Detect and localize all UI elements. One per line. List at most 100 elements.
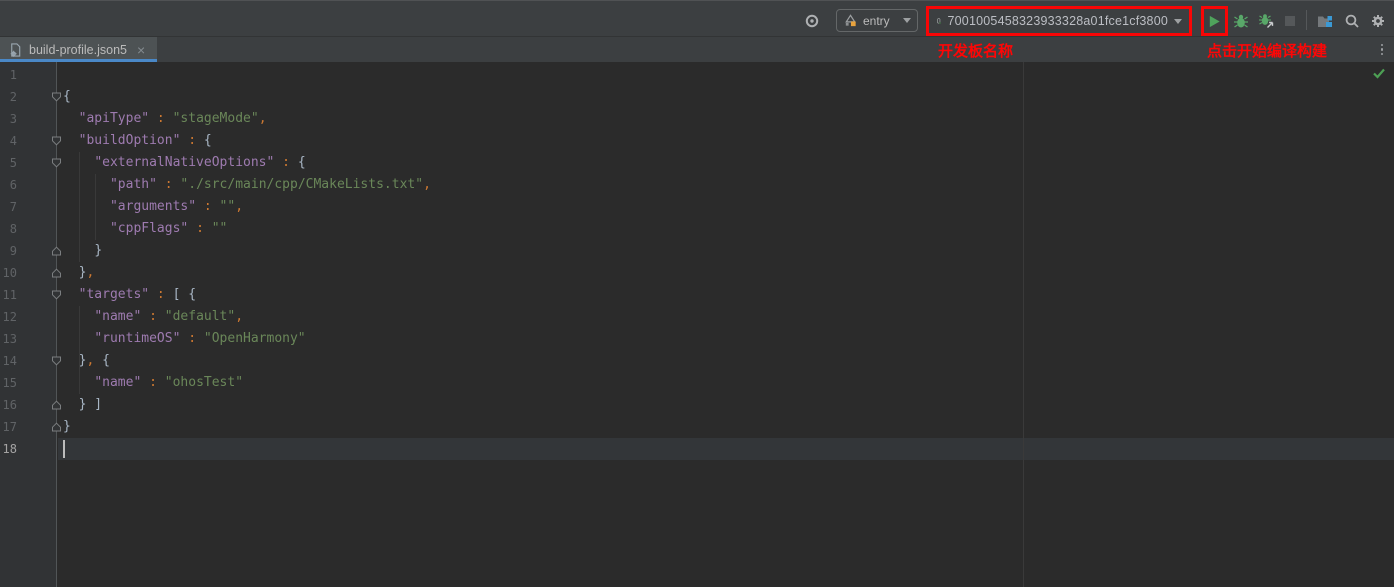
code-text: }, { — [63, 350, 110, 372]
code-line-9[interactable]: 9 } — [0, 240, 1394, 262]
code-line-4[interactable]: 4 "buildOption" : { — [0, 130, 1394, 152]
code-line-2[interactable]: 2{ — [0, 86, 1394, 108]
code-line-13[interactable]: 13 "runtimeOS" : "OpenHarmony" — [0, 328, 1394, 350]
line-number: 13 — [0, 328, 17, 350]
fold-collapse-icon[interactable] — [51, 136, 62, 146]
annotation-start-build: 点击开始编译构建 — [1207, 40, 1327, 61]
editor-tab-bar: build-profile.json5 × 开发板名称 点击开始编译构建 — [0, 37, 1394, 62]
code-line-18[interactable]: 18 — [0, 438, 1394, 460]
fold-collapse-icon[interactable] — [51, 422, 62, 432]
annotation-device-board-name: 开发板名称 — [938, 40, 1013, 61]
fold-collapse-icon[interactable] — [51, 246, 62, 256]
line-number: 7 — [0, 196, 17, 218]
phone-icon — [936, 13, 942, 29]
line-number: 1 — [0, 64, 17, 86]
code-line-3[interactable]: 3 "apiType" : "stageMode", — [0, 108, 1394, 130]
code-text: "path" : "./src/main/cpp/CMakeLists.txt"… — [63, 174, 431, 196]
code-line-5[interactable]: 5 "externalNativeOptions" : { — [0, 152, 1394, 174]
main-toolbar: entry 7001005458323933328a01fce1cf3800 — [0, 0, 1394, 37]
line-number: 17 — [0, 416, 17, 438]
code-editor[interactable]: 12{3 "apiType" : "stageMode",4 "buildOpt… — [0, 62, 1394, 587]
code-text: "apiType" : "stageMode", — [63, 108, 267, 130]
module-icon — [843, 13, 858, 28]
text-caret — [63, 440, 65, 458]
debug-attach-icon — [1258, 13, 1274, 29]
code-line-7[interactable]: 7 "arguments" : "", — [0, 196, 1394, 218]
code-text: "targets" : [ { — [63, 284, 196, 306]
code-line-8[interactable]: 8 "cppFlags" : "" — [0, 218, 1394, 240]
code-text: "cppFlags" : "" — [63, 218, 227, 240]
code-text: }, — [63, 262, 94, 284]
chevron-down-icon — [903, 18, 911, 23]
code-text: } — [63, 416, 71, 438]
line-number: 4 — [0, 130, 17, 152]
device-id-label: 7001005458323933328a01fce1cf3800 — [948, 14, 1169, 28]
line-number: 14 — [0, 350, 17, 372]
fold-collapse-icon[interactable] — [51, 400, 62, 410]
fold-collapse-icon[interactable] — [51, 356, 62, 366]
code-line-16[interactable]: 16 } ] — [0, 394, 1394, 416]
code-line-15[interactable]: 15 "name" : "ohosTest" — [0, 372, 1394, 394]
line-number: 10 — [0, 262, 17, 284]
code-line-14[interactable]: 14 }, { — [0, 350, 1394, 372]
line-number: 6 — [0, 174, 17, 196]
search-icon — [1344, 13, 1360, 29]
settings-button[interactable] — [1369, 12, 1387, 30]
run-button-highlight — [1201, 6, 1228, 36]
project-icon — [1317, 13, 1334, 29]
fold-collapse-icon[interactable] — [51, 158, 62, 168]
search-button[interactable] — [1343, 12, 1361, 30]
project-structure-button[interactable] — [1316, 12, 1334, 30]
debug-button[interactable] — [1232, 12, 1250, 30]
line-number: 11 — [0, 284, 17, 306]
code-text: { — [63, 86, 71, 108]
debug-icon — [1233, 13, 1249, 29]
code-text: "externalNativeOptions" : { — [63, 152, 306, 174]
code-line-10[interactable]: 10 }, — [0, 262, 1394, 284]
device-selector[interactable]: 7001005458323933328a01fce1cf3800 — [929, 9, 1189, 33]
line-number: 3 — [0, 108, 17, 130]
gear-icon — [1370, 13, 1386, 29]
module-selector[interactable]: entry — [836, 9, 918, 32]
stop-button[interactable] — [1283, 14, 1297, 28]
inspection-ok-check-icon — [1372, 67, 1386, 80]
code-text: "runtimeOS" : "OpenHarmony" — [63, 328, 306, 350]
code-text: "name" : "ohosTest" — [63, 372, 243, 394]
fold-collapse-icon[interactable] — [51, 268, 62, 278]
code-text: "name" : "default", — [63, 306, 243, 328]
module-selector-label: entry — [863, 14, 898, 28]
line-number: 2 — [0, 86, 17, 108]
tab-close-icon[interactable]: × — [137, 43, 145, 57]
chevron-down-icon — [1174, 19, 1182, 24]
line-number: 12 — [0, 306, 17, 328]
line-number: 18 — [0, 438, 17, 460]
code-line-6[interactable]: 6 "path" : "./src/main/cpp/CMakeLists.tx… — [0, 174, 1394, 196]
run-icon — [1207, 14, 1222, 29]
target-button[interactable] — [803, 12, 821, 30]
line-number: 8 — [0, 218, 17, 240]
code-line-17[interactable]: 17} — [0, 416, 1394, 438]
target-icon — [804, 13, 820, 29]
device-selector-highlight: 7001005458323933328a01fce1cf3800 — [926, 6, 1192, 36]
code-text: } — [63, 240, 102, 262]
tab-options-kebab-icon[interactable] — [1377, 41, 1387, 58]
fold-collapse-icon[interactable] — [51, 290, 62, 300]
code-line-12[interactable]: 12 "name" : "default", — [0, 306, 1394, 328]
code-line-1[interactable]: 1 — [0, 64, 1394, 86]
line-number: 5 — [0, 152, 17, 174]
code-text: "arguments" : "", — [63, 196, 243, 218]
build-config-file-icon — [8, 42, 23, 58]
fold-collapse-icon[interactable] — [51, 92, 62, 102]
code-line-11[interactable]: 11 "targets" : [ { — [0, 284, 1394, 306]
code-lines: 12{3 "apiType" : "stageMode",4 "buildOpt… — [0, 64, 1394, 460]
code-text: "buildOption" : { — [63, 130, 212, 152]
run-button[interactable] — [1204, 9, 1225, 33]
toolbar-separator — [1306, 10, 1307, 30]
tab-label: build-profile.json5 — [29, 43, 127, 57]
stop-icon — [1284, 15, 1296, 27]
line-number: 16 — [0, 394, 17, 416]
line-number: 9 — [0, 240, 17, 262]
line-number: 15 — [0, 372, 17, 394]
debug-attach-button[interactable] — [1257, 12, 1275, 30]
code-text: } ] — [63, 394, 102, 416]
